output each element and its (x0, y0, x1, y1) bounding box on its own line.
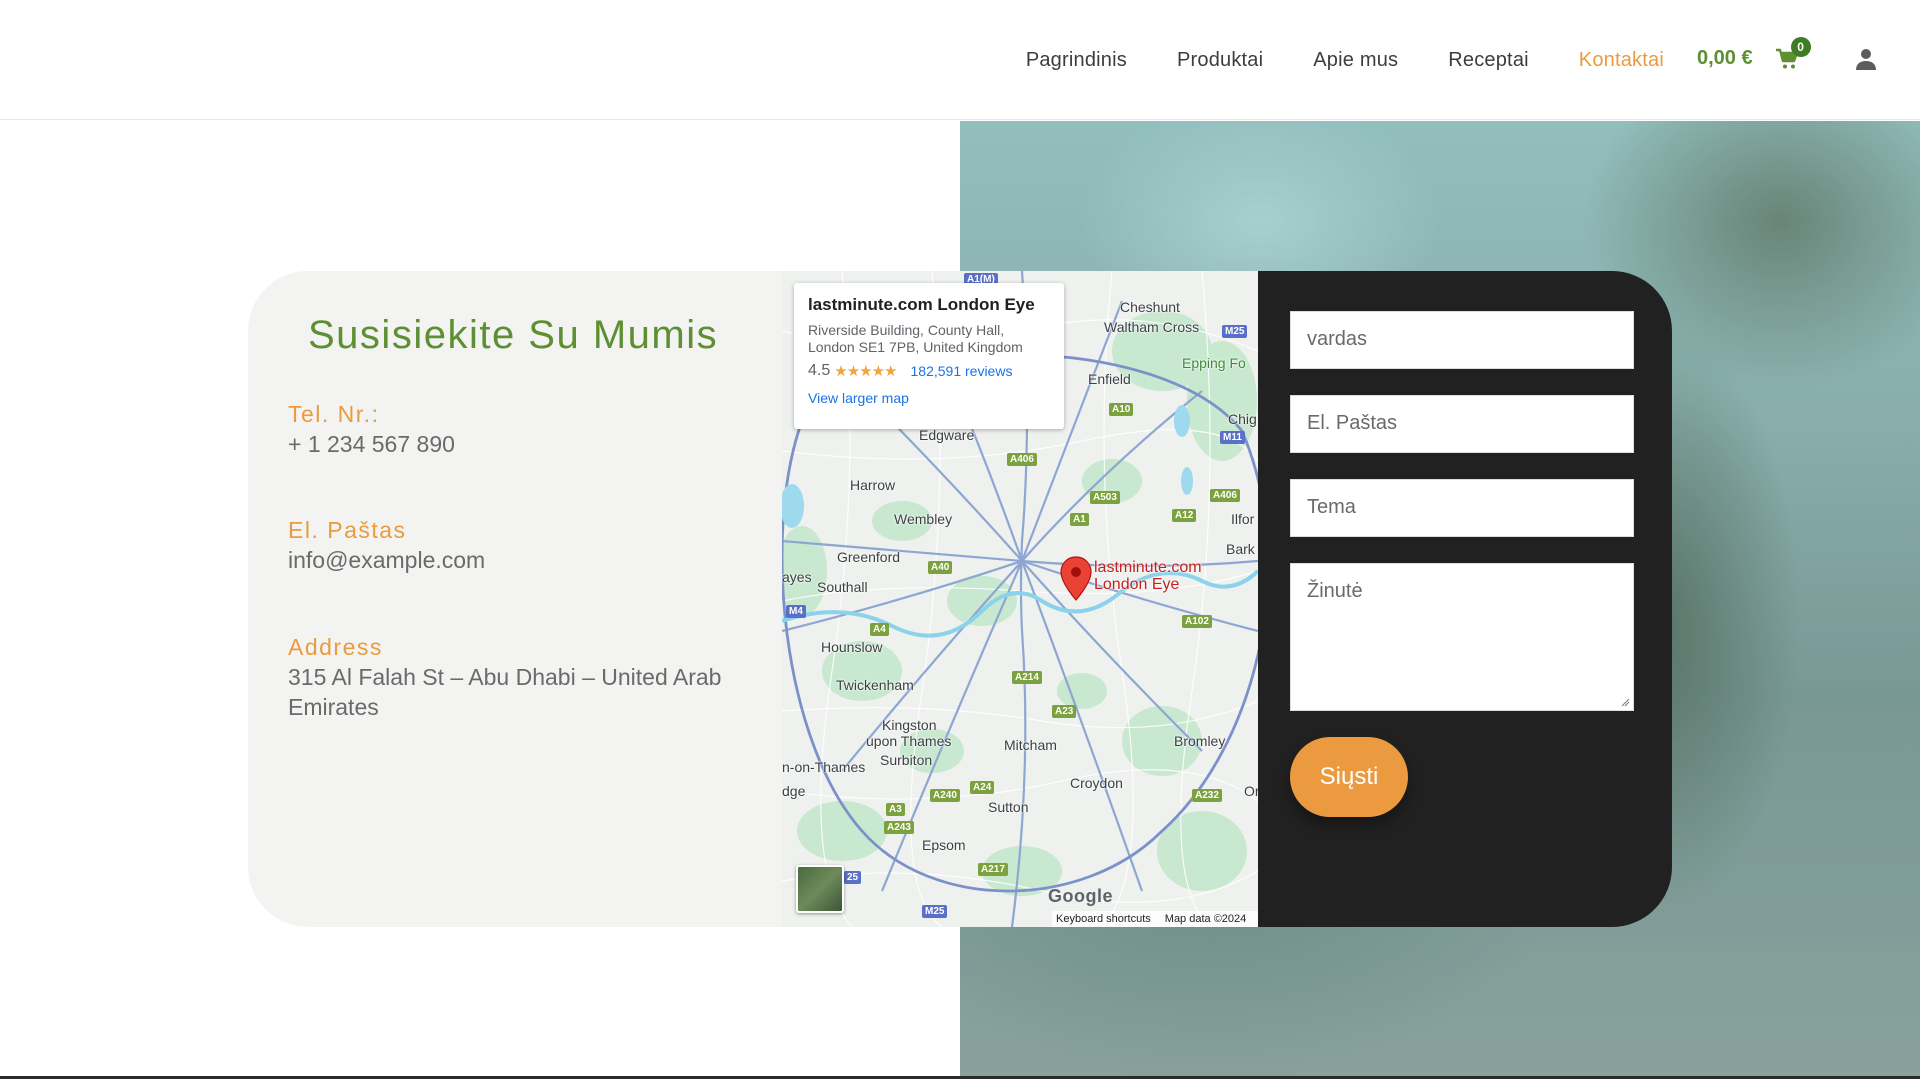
map-place-label: Hounslow (821, 639, 883, 655)
map-place-label: Or (1244, 783, 1258, 799)
road-shield: A24 (970, 781, 995, 794)
map-place-label: upon Thames (866, 733, 952, 749)
resize-handle-icon[interactable] (1620, 697, 1630, 707)
phone-value: + 1 234 567 890 (288, 431, 455, 457)
satellite-toggle[interactable] (796, 865, 844, 913)
map-attribution: Map data ©2024 (1164, 913, 1247, 925)
email-input[interactable]: El. Paštas (1290, 395, 1634, 453)
road-shield: M25 (1222, 325, 1248, 338)
map-pin-icon[interactable] (1059, 556, 1093, 602)
contact-info-panel: Susisiekite Su Mumis Tel. Nr.: + 1 234 5… (248, 271, 782, 927)
road-shield: A406 (1007, 453, 1037, 466)
contact-title: Susisiekite Su Mumis (308, 313, 719, 357)
road-shield: A240 (930, 789, 960, 802)
map-place-label: ayes (782, 569, 812, 585)
submit-button[interactable]: Siųsti (1290, 737, 1408, 817)
map-place-label: Croydon (1070, 775, 1123, 791)
pin-label: lastminute.com London Eye (1094, 559, 1202, 593)
map-place-label: Sutton (988, 799, 1029, 815)
pin-label-line-2: London Eye (1094, 576, 1180, 593)
map-place-label: Wembley (894, 511, 953, 527)
road-shield: A12 (1172, 509, 1197, 522)
map-place-label: Southall (817, 579, 868, 595)
nav-item-receptai[interactable]: Receptai (1448, 49, 1529, 72)
shopping-cart-icon[interactable]: 0 (1775, 36, 1811, 70)
road-shield: A1 (1070, 513, 1089, 526)
road-shield: M25 (922, 905, 948, 918)
road-shield: A214 (1012, 671, 1042, 684)
map-place-label: dge (782, 783, 806, 799)
road-shield: A243 (884, 821, 914, 834)
map-place-label: n-on-Thames (782, 759, 866, 775)
road-shield: A102 (1182, 615, 1212, 628)
contact-form: vardas El. Paštas Tema Žinutė Siųsti (1258, 271, 1672, 927)
map-place-label: Twickenham (836, 677, 914, 693)
place-rating: 4.5 ★★★★★ 182,591 reviews (808, 362, 1050, 380)
cart-total: 0,00 € (1697, 47, 1753, 69)
map-place-label: Surbiton (880, 752, 933, 768)
reviews-link[interactable]: 182,591 reviews (911, 363, 1013, 379)
cart-widget[interactable]: 0,00 € 0 (1697, 36, 1811, 70)
map-place-label: Cheshunt (1120, 299, 1180, 315)
map-place-label: Epsom (922, 837, 966, 853)
user-icon[interactable] (1855, 48, 1877, 70)
road-shield: M11 (1220, 431, 1245, 444)
map-place-label: Waltham Cross (1104, 319, 1200, 335)
map-place-label: Enfield (1088, 371, 1131, 387)
map-footer: Keyboard shortcuts Map data ©2024 (1052, 911, 1258, 927)
map-place-label: Ilfor (1231, 511, 1255, 527)
place-title: lastminute.com London Eye (808, 295, 1035, 314)
view-larger-map-link[interactable]: View larger map (808, 390, 1050, 406)
road-shield: A232 (1192, 789, 1222, 802)
message-textarea[interactable]: Žinutė (1290, 563, 1634, 711)
map-place-label: Edgware (919, 427, 975, 443)
road-shield: A23 (1052, 705, 1077, 718)
address-label: Address (288, 634, 383, 660)
map-place-label: Mitcham (1004, 737, 1057, 753)
site-header: Pagrindinis Produktai Apie mus Receptai … (0, 0, 1920, 120)
road-shield: A40 (928, 561, 953, 574)
place-address: Riverside Building, County Hall, London … (808, 322, 1023, 355)
name-input[interactable]: vardas (1290, 311, 1634, 369)
keyboard-shortcuts-link[interactable]: Keyboard shortcuts (1056, 913, 1151, 925)
email-value: info@example.com (288, 547, 486, 573)
road-shield: A3 (886, 803, 905, 816)
road-shield: A406 (1210, 489, 1240, 502)
nav-item-produktai[interactable]: Produktai (1177, 49, 1263, 72)
embedded-map[interactable]: Cheshunt Waltham Cross Epping Fo Enfield… (782, 271, 1258, 927)
road-shield: A217 (978, 863, 1008, 876)
road-shield: 25 (844, 871, 862, 884)
google-logo: Google (1048, 886, 1113, 906)
rating-stars-icon: ★★★★★ (834, 363, 897, 380)
subject-input[interactable]: Tema (1290, 479, 1634, 537)
map-place-label: Harrow (850, 477, 896, 493)
email-label: El. Paštas (288, 517, 407, 543)
address-value: 315 Al Falah St – Abu Dhabi – United Ara… (288, 664, 722, 720)
map-place-label: Chig (1228, 411, 1257, 427)
nav-item-kontaktai[interactable]: Kontaktai (1579, 49, 1664, 72)
map-place-label: Kingston (882, 717, 937, 733)
cart-count-badge: 0 (1790, 36, 1811, 57)
road-shield: A10 (1109, 403, 1134, 416)
road-shield: A4 (870, 623, 889, 636)
main-nav: Pagrindinis Produktai Apie mus Receptai … (1026, 47, 1664, 73)
contact-card: Susisiekite Su Mumis Tel. Nr.: + 1 234 5… (248, 271, 1672, 927)
place-info-card: lastminute.com London Eye Riverside Buil… (794, 283, 1064, 429)
map-place-label: Bromley (1174, 733, 1226, 749)
road-shield: M4 (786, 605, 806, 618)
phone-label: Tel. Nr.: (288, 401, 380, 427)
nav-item-apie-mus[interactable]: Apie mus (1313, 49, 1398, 72)
map-place-label: Bark (1226, 541, 1255, 557)
rating-value: 4.5 (808, 362, 831, 379)
road-shield: A503 (1090, 491, 1120, 504)
map-place-label: Greenford (837, 549, 901, 565)
pin-label-line-1: lastminute.com (1094, 559, 1202, 576)
message-placeholder: Žinutė (1307, 580, 1363, 602)
map-place-label: Epping Fo (1182, 355, 1246, 371)
nav-item-pagrindinis[interactable]: Pagrindinis (1026, 49, 1127, 72)
